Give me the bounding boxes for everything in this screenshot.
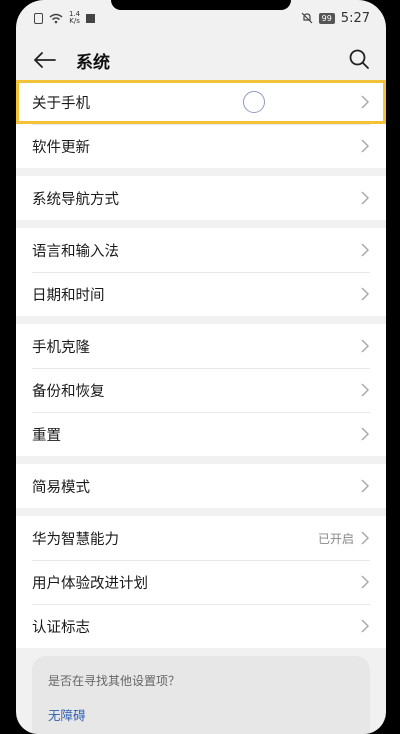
settings-item-label: 认证标志 bbox=[32, 619, 90, 636]
settings-item-backup-restore[interactable]: 备份和恢复 bbox=[16, 368, 386, 412]
chevron-right-icon bbox=[361, 531, 370, 545]
settings-item-language-input[interactable]: 语言和输入法 bbox=[16, 228, 386, 272]
search-icon[interactable] bbox=[348, 48, 372, 72]
chevron-right-icon bbox=[361, 243, 370, 257]
settings-item-label: 关于手机 bbox=[32, 95, 90, 112]
chevron-right-icon bbox=[361, 191, 370, 205]
page-title: 系统 bbox=[76, 52, 110, 73]
chevron-right-icon bbox=[361, 383, 370, 397]
arrow-left-icon[interactable] bbox=[34, 47, 60, 73]
chevron-right-icon bbox=[361, 287, 370, 301]
settings-group: 手机克隆 备份和恢复 重置 bbox=[16, 324, 386, 456]
settings-item-label: 手机克隆 bbox=[32, 339, 90, 356]
chevron-right-icon bbox=[361, 139, 370, 153]
settings-group: 语言和输入法 日期和时间 bbox=[16, 228, 386, 316]
chevron-right-icon bbox=[361, 427, 370, 441]
settings-item-label: 语言和输入法 bbox=[32, 243, 119, 260]
settings-item-label: 软件更新 bbox=[32, 139, 90, 156]
settings-item-label: 备份和恢复 bbox=[32, 383, 105, 400]
accessibility-link[interactable]: 无障碍 bbox=[48, 705, 354, 724]
settings-item-certification[interactable]: 认证标志 bbox=[16, 604, 386, 648]
chevron-right-icon bbox=[361, 339, 370, 353]
settings-group: 华为智慧能力 已开启 用户体验改进计划 认证标志 bbox=[16, 516, 386, 648]
suggestion-title: 是否在寻找其他设置项？ bbox=[48, 674, 181, 688]
status-bar: 1.4 K/s 99 5:27 bbox=[16, 0, 386, 36]
settings-item-label: 重置 bbox=[32, 427, 61, 444]
battery-level: 99 bbox=[318, 12, 335, 24]
phone-screen: 1.4 K/s 99 5:27 系统 关于手机 软件更新 系统导航方式 语言和输… bbox=[16, 0, 386, 734]
chevron-right-icon bbox=[361, 575, 370, 589]
settings-item-simple-mode[interactable]: 简易模式 bbox=[16, 464, 386, 508]
notification-square-icon bbox=[86, 13, 96, 23]
chevron-right-icon bbox=[361, 95, 370, 109]
network-speed-unit: K/s bbox=[69, 17, 80, 25]
settings-item-user-experience[interactable]: 用户体验改进计划 bbox=[16, 560, 386, 604]
settings-item-reset[interactable]: 重置 bbox=[16, 412, 386, 456]
status-right: 99 5:27 bbox=[301, 11, 370, 26]
settings-item-label: 系统导航方式 bbox=[32, 191, 119, 208]
status-badge: 已开启 bbox=[317, 531, 354, 546]
settings-item-about-phone[interactable]: 关于手机 bbox=[16, 80, 386, 124]
chevron-right-icon bbox=[361, 619, 370, 633]
status-left: 1.4 K/s bbox=[34, 11, 96, 25]
wifi-icon bbox=[49, 13, 63, 23]
chevron-right-icon bbox=[361, 479, 370, 493]
suggestion-card: 是否在寻找其他设置项？ 无障碍 bbox=[32, 656, 370, 734]
settings-item-software-update[interactable]: 软件更新 bbox=[16, 124, 386, 168]
settings-item-date-time[interactable]: 日期和时间 bbox=[16, 272, 386, 316]
settings-group: 系统导航方式 bbox=[16, 176, 386, 220]
settings-item-label: 简易模式 bbox=[32, 479, 90, 496]
touch-ripple-icon bbox=[243, 91, 265, 113]
settings-group: 简易模式 bbox=[16, 464, 386, 508]
settings-item-huawei-assistant[interactable]: 华为智慧能力 已开启 bbox=[16, 516, 386, 560]
app-bar: 系统 bbox=[16, 40, 386, 80]
settings-item-label: 用户体验改进计划 bbox=[32, 575, 148, 592]
settings-item-label: 日期和时间 bbox=[32, 287, 105, 304]
sim-card-icon bbox=[34, 12, 43, 24]
settings-item-label: 华为智慧能力 bbox=[32, 531, 119, 548]
settings-item-navigation[interactable]: 系统导航方式 bbox=[16, 176, 386, 220]
settings-list: 关于手机 软件更新 系统导航方式 语言和输入法 日期和时间 手机克隆 备份和恢复… bbox=[16, 80, 386, 656]
bell-muted-icon bbox=[301, 12, 313, 24]
settings-item-phone-clone[interactable]: 手机克隆 bbox=[16, 324, 386, 368]
status-time: 5:27 bbox=[340, 10, 370, 26]
network-speed: 1.4 K/s bbox=[69, 11, 80, 25]
settings-group: 关于手机 软件更新 bbox=[16, 80, 386, 168]
